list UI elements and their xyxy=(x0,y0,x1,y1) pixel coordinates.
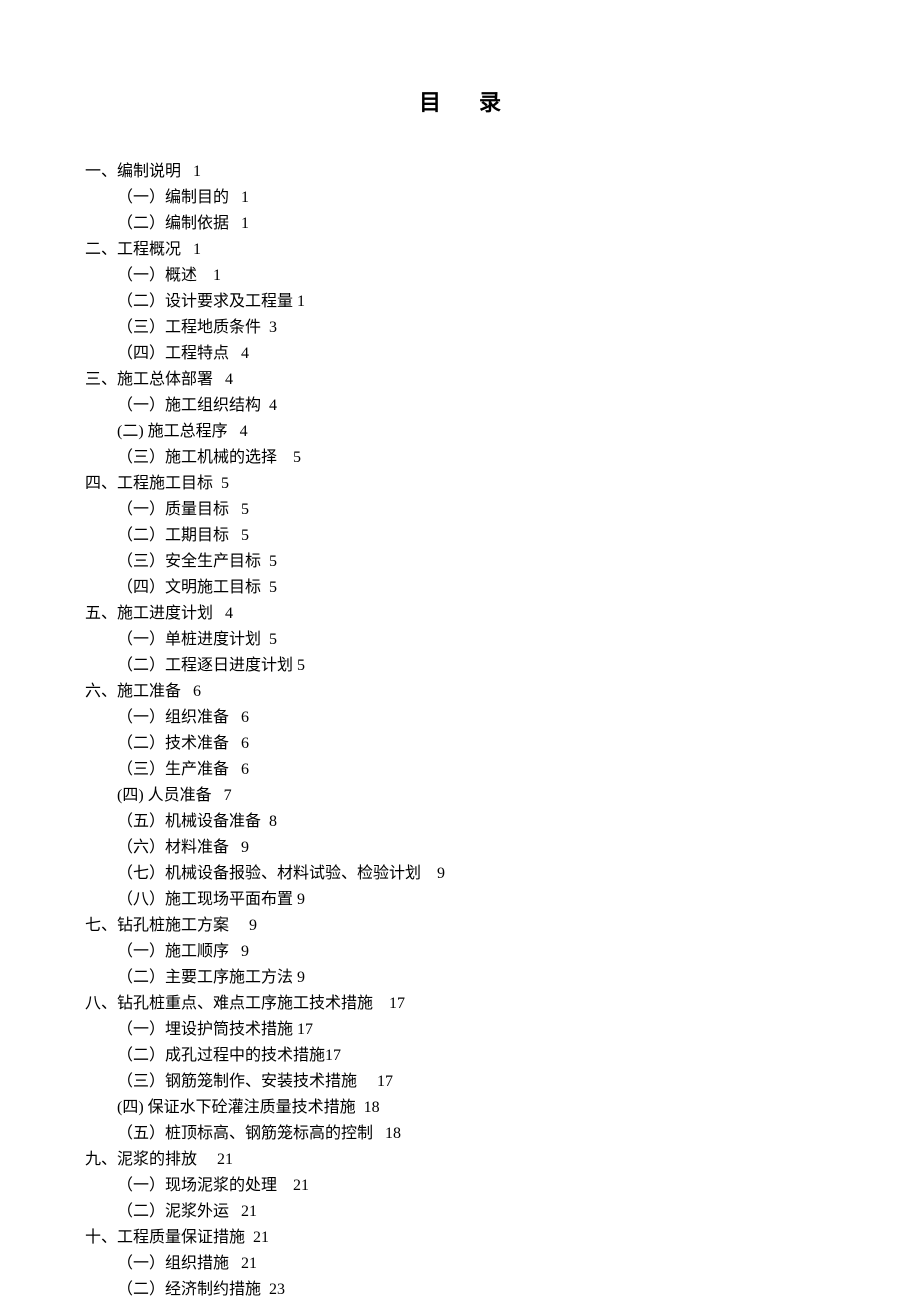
toc-entry: （五）机械设备准备 8 xyxy=(85,809,835,835)
toc-entry: 一、编制说明 1 xyxy=(85,159,835,185)
toc-entry: 四、工程施工目标 5 xyxy=(85,471,835,497)
toc-entry: （六）材料准备 9 xyxy=(85,835,835,861)
toc-entry: （一）埋设护筒技术措施 17 xyxy=(85,1017,835,1043)
toc-entry: （二）工期目标 5 xyxy=(85,523,835,549)
toc-entry: （四）工程特点 4 xyxy=(85,341,835,367)
toc-entry: （八）施工现场平面布置 9 xyxy=(85,887,835,913)
toc-entry: （二）主要工序施工方法 9 xyxy=(85,965,835,991)
toc-entry: （二）泥浆外运 21 xyxy=(85,1199,835,1225)
toc-entry: （一）质量目标 5 xyxy=(85,497,835,523)
toc-entry: （四）文明施工目标 5 xyxy=(85,575,835,601)
toc-title: 目录 xyxy=(85,85,835,117)
toc-entry: （一）现场泥浆的处理 21 xyxy=(85,1173,835,1199)
toc-entry: （三）钢筋笼制作、安装技术措施 17 xyxy=(85,1069,835,1095)
toc-entry: （二）成孔过程中的技术措施17 xyxy=(85,1043,835,1069)
toc-entry: （一）编制目的 1 xyxy=(85,185,835,211)
toc-entry: （二）经济制约措施 23 xyxy=(85,1277,835,1303)
document-page: 目录 一、编制说明 1（一）编制目的 1（二）编制依据 1二、工程概况 1（一）… xyxy=(0,0,920,1303)
toc-entry: 五、施工进度计划 4 xyxy=(85,601,835,627)
toc-entry: （七）机械设备报验、材料试验、检验计划 9 xyxy=(85,861,835,887)
toc-entry: （二）设计要求及工程量 1 xyxy=(85,289,835,315)
toc-entry: （三）施工机械的选择 5 xyxy=(85,445,835,471)
toc-entry: （一）概述 1 xyxy=(85,263,835,289)
toc-entry: 六、施工准备 6 xyxy=(85,679,835,705)
toc-entry: （二）技术准备 6 xyxy=(85,731,835,757)
toc-entry: 九、泥浆的排放 21 xyxy=(85,1147,835,1173)
toc-entry: （二）工程逐日进度计划 5 xyxy=(85,653,835,679)
toc-entry: （三）生产准备 6 xyxy=(85,757,835,783)
toc-entry: （二）编制依据 1 xyxy=(85,211,835,237)
toc-entry: （一）组织措施 21 xyxy=(85,1251,835,1277)
toc-entry: （一）施工组织结构 4 xyxy=(85,393,835,419)
toc-entry: (四) 保证水下砼灌注质量技术措施 18 xyxy=(85,1095,835,1121)
toc-entry: 十、工程质量保证措施 21 xyxy=(85,1225,835,1251)
toc-entry: 二、工程概况 1 xyxy=(85,237,835,263)
toc-entry: （一）组织准备 6 xyxy=(85,705,835,731)
toc-entry: 八、钻孔桩重点、难点工序施工技术措施 17 xyxy=(85,991,835,1017)
toc-entry: (二) 施工总程序 4 xyxy=(85,419,835,445)
toc-entry: (四) 人员准备 7 xyxy=(85,783,835,809)
toc-entry: （一）单桩进度计划 5 xyxy=(85,627,835,653)
toc-list: 一、编制说明 1（一）编制目的 1（二）编制依据 1二、工程概况 1（一）概述 … xyxy=(85,159,835,1303)
toc-entry: 七、钻孔桩施工方案 9 xyxy=(85,913,835,939)
toc-entry: （三）工程地质条件 3 xyxy=(85,315,835,341)
toc-entry: （三）安全生产目标 5 xyxy=(85,549,835,575)
toc-entry: 三、施工总体部署 4 xyxy=(85,367,835,393)
toc-entry: （一）施工顺序 9 xyxy=(85,939,835,965)
toc-entry: （五）桩顶标高、钢筋笼标高的控制 18 xyxy=(85,1121,835,1147)
